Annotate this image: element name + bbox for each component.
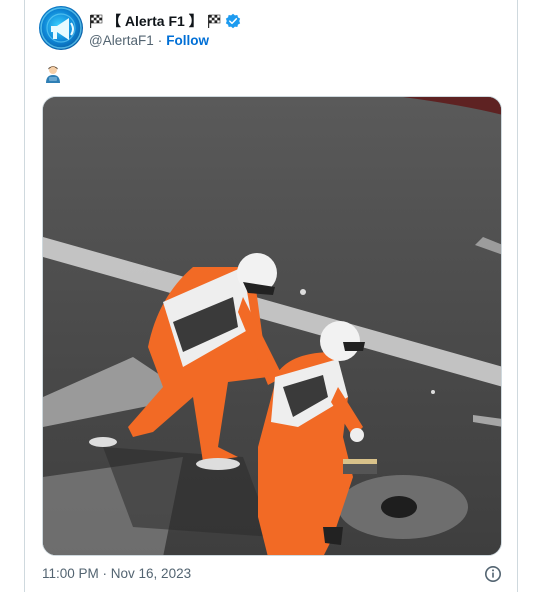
post-timestamp[interactable]: 11:00 PM · Nov 16, 2023 <box>42 566 191 581</box>
checkered-flag-icon <box>90 14 103 28</box>
display-name-row[interactable]: 【 Alerta F1 】 <box>89 11 241 31</box>
checkered-flag-icon <box>207 14 221 28</box>
verified-badge-icon <box>225 13 240 29</box>
avatar[interactable] <box>39 6 83 50</box>
user-handle[interactable]: @AlertaF1 <box>89 33 154 48</box>
person-emoji-icon <box>46 66 60 83</box>
post-photo[interactable] <box>42 96 502 556</box>
tweet-card: 【 Alerta F1 】 @AlertaF1 · Follow 11:00 P… <box>24 0 518 592</box>
track-marshals-photo <box>43 97 501 555</box>
info-icon[interactable] <box>484 565 502 583</box>
separator-dot: · <box>157 33 163 48</box>
follow-button[interactable]: Follow <box>166 33 209 48</box>
display-name[interactable]: 【 Alerta F1 】 <box>107 11 203 31</box>
handle-row: @AlertaF1 · Follow <box>89 33 209 48</box>
megaphone-icon <box>40 7 82 49</box>
